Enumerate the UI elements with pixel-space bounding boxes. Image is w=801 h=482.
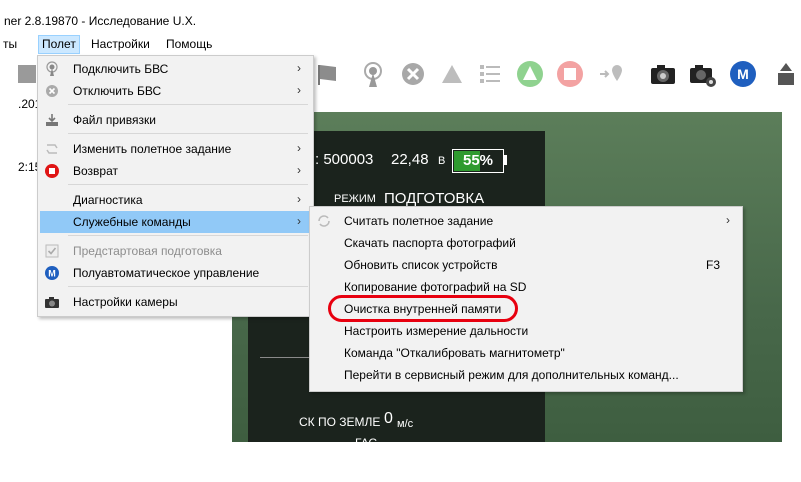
submenu-item-calibrate-magnetometer[interactable]: Команда "Откалибровать магнитометр" bbox=[312, 342, 740, 364]
menubar: ты Полет Настройки Помощь bbox=[0, 35, 801, 54]
disconnect-icon bbox=[46, 85, 58, 97]
menu-item-connect[interactable]: Подключить БВС › bbox=[40, 58, 311, 80]
menu-item-diagnostics[interactable]: Диагностика › bbox=[40, 189, 311, 211]
menu-item-binding-file[interactable]: Файл привязки bbox=[40, 109, 311, 131]
camera-icon bbox=[45, 297, 59, 308]
menu-views[interactable]: ты bbox=[0, 36, 20, 53]
menu-item-label: Служебные команды bbox=[73, 215, 191, 229]
submenu-arrow-icon: › bbox=[297, 83, 301, 97]
camera-icon[interactable] bbox=[648, 59, 678, 89]
stop-icon[interactable] bbox=[555, 59, 585, 89]
refresh-icon bbox=[318, 215, 330, 227]
m-badge-icon: M bbox=[45, 266, 59, 280]
window-title: ner 2.8.19870 - Исследование U.X. bbox=[4, 14, 197, 28]
menu-item-label: Изменить полетное задание bbox=[73, 142, 232, 156]
menu-item-label: Диагностика bbox=[73, 193, 143, 207]
menu-item-label: Подключить БВС bbox=[73, 62, 169, 76]
menu-item-camera-settings[interactable]: Настройки камеры bbox=[40, 291, 311, 313]
battery-id: : 500003 bbox=[315, 151, 374, 168]
antenna-icon[interactable] bbox=[358, 59, 388, 89]
submenu-arrow-icon: › bbox=[297, 192, 301, 206]
voltage-unit: В bbox=[438, 155, 446, 167]
submenu-arrow-icon: › bbox=[297, 214, 301, 228]
camera-settings-icon[interactable] bbox=[688, 59, 718, 89]
export-icon[interactable] bbox=[770, 59, 800, 89]
submenu-item-refresh-devices[interactable]: Обновить список устройств F3 bbox=[312, 254, 740, 276]
mode-label: РЕЖИМ bbox=[334, 193, 376, 205]
menu-item-label: Возврат bbox=[73, 164, 118, 178]
battery-percent: 55% bbox=[462, 152, 494, 169]
download-icon bbox=[46, 114, 58, 126]
battery-voltage: 22,48 bbox=[391, 151, 429, 168]
submenu-item-label: Перейти в сервисный режим для дополнител… bbox=[344, 368, 679, 382]
menu-item-return[interactable]: Возврат › bbox=[40, 160, 311, 182]
stop-icon bbox=[45, 164, 59, 178]
menu-item-semi-auto[interactable]: M Полуавтоматическое управление bbox=[40, 262, 311, 284]
menu-item-label: Полуавтоматическое управление bbox=[73, 266, 260, 280]
submenu-arrow-icon: › bbox=[297, 61, 301, 75]
battery-tip bbox=[503, 155, 507, 165]
menu-item-disconnect[interactable]: Отключить БВС › bbox=[40, 80, 311, 102]
battery-gauge: 55% bbox=[452, 149, 504, 173]
submenu-item-download-passports[interactable]: Скачать паспорта фотографий bbox=[312, 232, 740, 254]
menu-help[interactable]: Помощь bbox=[163, 36, 215, 53]
menu-item-edit-mission[interactable]: Изменить полетное задание › bbox=[40, 138, 311, 160]
shortcut-label: F3 bbox=[705, 258, 720, 272]
submenu-arrow-icon: › bbox=[297, 141, 301, 155]
mode-value: ПОДГОТОВКА bbox=[384, 190, 485, 207]
flag-icon[interactable] bbox=[312, 59, 342, 89]
submenu-item-range-measurement[interactable]: Настроить измерение дальности bbox=[312, 320, 740, 342]
menu-item-preflight[interactable]: Предстартовая подготовка bbox=[40, 240, 311, 262]
submenu-item-read-mission[interactable]: Считать полетное задание › bbox=[312, 210, 740, 232]
menu-separator bbox=[68, 235, 308, 236]
checkbox-icon bbox=[45, 244, 59, 258]
submenu-item-label: Обновить список устройств bbox=[344, 258, 498, 272]
goto-point-icon[interactable] bbox=[597, 59, 627, 89]
menu-separator bbox=[68, 286, 308, 287]
flight-menu: Подключить БВС › Отключить БВС › Файл пр… bbox=[37, 55, 314, 317]
menu-item-label: Настройки камеры bbox=[73, 295, 178, 309]
menu-separator bbox=[68, 133, 308, 134]
submenu-arrow-icon: › bbox=[297, 163, 301, 177]
svg-text:M: M bbox=[48, 269, 56, 279]
m-badge-icon[interactable]: M bbox=[728, 59, 758, 89]
annotation-highlight bbox=[328, 295, 518, 322]
menu-item-label: Отключить БВС bbox=[73, 84, 162, 98]
submenu-item-label: Настроить измерение дальности bbox=[344, 324, 529, 338]
ground-speed-value: 0 bbox=[384, 410, 393, 427]
menu-item-service-commands[interactable]: Служебные команды › bbox=[40, 211, 311, 233]
menu-flight[interactable]: Полет bbox=[38, 35, 80, 54]
ground-speed-unit: м/с bbox=[397, 418, 414, 430]
edit-mission-icon bbox=[46, 144, 58, 154]
ground-speed-label: СК ПО ЗЕМЛЕ bbox=[299, 415, 381, 429]
start-icon[interactable] bbox=[515, 59, 545, 89]
submenu-item-label: Копирование фотографий на SD bbox=[344, 280, 527, 294]
menu-item-label: Предстартовая подготовка bbox=[73, 244, 222, 258]
menu-separator bbox=[68, 104, 308, 105]
submenu-item-service-mode[interactable]: Перейти в сервисный режим для дополнител… bbox=[312, 364, 740, 386]
takeoff-disabled-icon[interactable] bbox=[437, 59, 467, 89]
menu-settings[interactable]: Настройки bbox=[88, 36, 153, 53]
disconnect-icon[interactable] bbox=[398, 59, 428, 89]
submenu-item-label: Считать полетное задание bbox=[344, 214, 494, 228]
antenna-icon bbox=[46, 61, 58, 76]
menu-separator bbox=[68, 184, 308, 185]
mission-list-icon[interactable] bbox=[475, 59, 505, 89]
submenu-item-label: Команда "Откалибровать магнитометр" bbox=[344, 346, 565, 360]
submenu-arrow-icon: › bbox=[726, 213, 730, 227]
menu-item-label: Файл привязки bbox=[73, 113, 156, 127]
svg-text:M: M bbox=[737, 66, 749, 82]
fas-label: ГАС bbox=[355, 436, 377, 442]
submenu-item-label: Скачать паспорта фотографий bbox=[344, 236, 516, 250]
